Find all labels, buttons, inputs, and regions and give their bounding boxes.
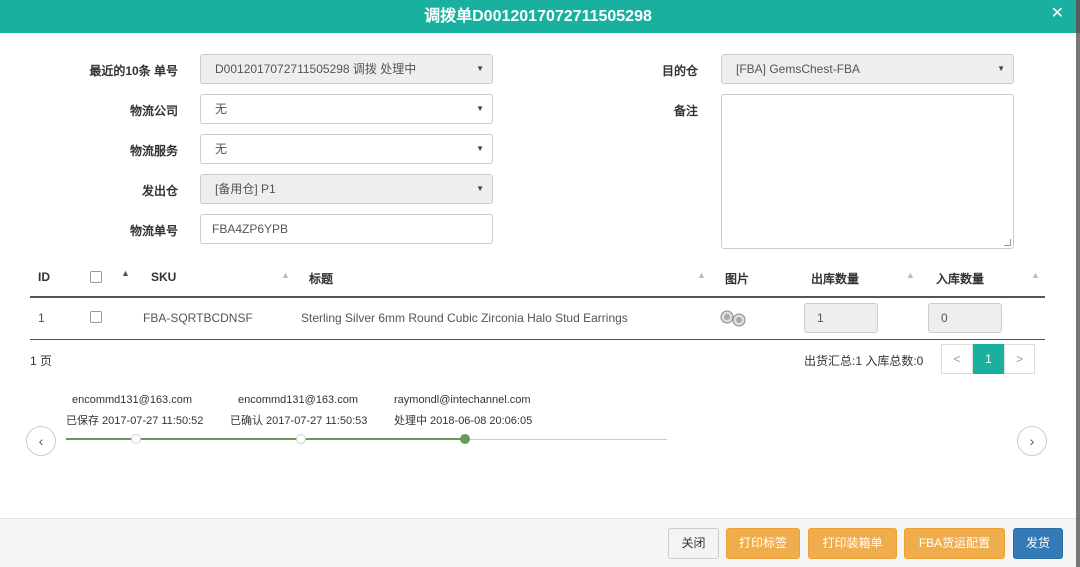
column-header-sku[interactable]: SKU	[151, 270, 176, 284]
transfer-order-modal: 调拨单D0012017072711505298 ✕ 最近的10条 单号 D001…	[0, 0, 1076, 567]
close-icon[interactable]: ✕	[1051, 6, 1064, 22]
chevron-down-icon: ▼	[997, 64, 1005, 73]
in-qty-input[interactable]: 0	[928, 303, 1002, 333]
timeline-status: 处理中 2018-06-08 20:06:05	[394, 415, 533, 427]
timeline-dot-current[interactable]	[460, 434, 470, 444]
remark-textarea[interactable]	[721, 94, 1014, 249]
chevron-down-icon: ▼	[476, 184, 484, 193]
timeline-progress-line	[66, 438, 465, 440]
origin-warehouse-select[interactable]: [备用仓] P1 ▼	[200, 174, 493, 204]
row-sku: FBA-SQRTBCDNSF	[143, 311, 253, 325]
timeline-user: raymondl@intechannel.com	[394, 394, 531, 406]
recent-orders-value: D0012017072711505298 调拨 处理中	[215, 62, 417, 76]
background-page-edge	[1076, 33, 1080, 567]
logistics-company-label: 物流公司	[129, 104, 178, 118]
column-header-id[interactable]: ID	[38, 270, 50, 284]
sort-up-icon[interactable]: ▲	[121, 268, 130, 278]
origin-warehouse-value: [备用仓] P1	[215, 182, 276, 196]
tracking-number-label: 物流单号	[129, 224, 178, 238]
out-qty-input[interactable]: 1	[804, 303, 878, 333]
column-header-image: 图片	[725, 272, 750, 286]
timeline-next-button[interactable]: ›	[1017, 426, 1047, 456]
timeline-user: encommd131@163.com	[72, 394, 193, 406]
remark-label: 备注	[673, 104, 698, 118]
logistics-service-select[interactable]: 无 ▼	[200, 134, 493, 164]
chevron-down-icon: ▼	[476, 144, 484, 153]
column-header-in-qty[interactable]: 入库数量	[936, 270, 984, 287]
destination-warehouse-value: [FBA] GemsChest-FBA	[736, 62, 861, 76]
sort-icon[interactable]: ▲︎	[281, 270, 290, 280]
chevron-down-icon: ▼	[476, 64, 484, 73]
timeline-track	[465, 439, 667, 440]
pagination-page-1[interactable]: 1	[973, 344, 1004, 374]
table-header-divider	[30, 296, 1045, 298]
timeline-dot[interactable]	[131, 434, 141, 444]
timeline-prev-button[interactable]: ‹	[26, 426, 56, 456]
sort-icon[interactable]: ▲	[1031, 270, 1040, 280]
page-count: 1 页	[30, 354, 53, 368]
logistics-service-value: 无	[215, 142, 228, 156]
logistics-company-select[interactable]: 无 ▼	[200, 94, 493, 124]
in-qty-value: 0	[941, 311, 948, 325]
tracking-number-input[interactable]: FBA4ZP6YPB	[200, 214, 493, 244]
column-header-out-qty[interactable]: 出库数量	[811, 270, 859, 287]
print-label-button[interactable]: 打印标签	[726, 528, 800, 559]
out-qty-value: 1	[817, 311, 824, 325]
origin-warehouse-label: 发出仓	[141, 184, 178, 198]
pagination-prev-button[interactable]: <	[941, 344, 973, 374]
ship-button[interactable]: 发货	[1013, 528, 1063, 559]
fba-shipping-config-button[interactable]: FBA货运配置	[904, 528, 1005, 559]
timeline-user: encommd131@163.com	[238, 394, 359, 406]
modal-header: 调拨单D0012017072711505298 ✕	[0, 0, 1076, 33]
destination-warehouse-label: 目的仓	[661, 64, 698, 78]
select-all-checkbox[interactable]	[90, 271, 102, 283]
destination-warehouse-select[interactable]: [FBA] GemsChest-FBA ▼	[721, 54, 1014, 84]
row-id: 1	[38, 311, 45, 325]
logistics-company-value: 无	[215, 102, 228, 116]
pagination-next-button[interactable]: >	[1004, 344, 1035, 374]
recent-orders-select[interactable]: D0012017072711505298 调拨 处理中 ▼	[200, 54, 493, 84]
modal-title: 调拨单D0012017072711505298	[424, 8, 652, 25]
resize-handle-icon[interactable]	[1004, 239, 1011, 246]
tracking-number-value: FBA4ZP6YPB	[212, 222, 289, 236]
sort-icon[interactable]: ▲	[906, 270, 915, 280]
recent-orders-label: 最近的10条 单号	[89, 64, 178, 78]
summary-text: 出货汇总:1 入库总数:0	[804, 354, 924, 368]
earrings-thumbnail-icon[interactable]	[719, 309, 747, 329]
table-bottom-divider	[30, 339, 1045, 340]
print-packing-list-button[interactable]: 打印装箱单	[808, 528, 897, 559]
sort-icon[interactable]: ▲	[697, 270, 706, 280]
timeline-status: 已确认 2017-07-27 11:50:53	[230, 415, 368, 427]
row-checkbox[interactable]	[90, 311, 102, 323]
timeline-status: 已保存 2017-07-27 11:50:52	[66, 415, 204, 427]
chevron-down-icon: ▼	[476, 104, 484, 113]
close-button[interactable]: 关闭	[668, 528, 719, 559]
timeline-dot[interactable]	[296, 434, 306, 444]
column-header-title[interactable]: 标题	[309, 270, 333, 287]
row-title: Sterling Silver 6mm Round Cubic Zirconia…	[301, 311, 628, 325]
logistics-service-label: 物流服务	[129, 144, 178, 158]
